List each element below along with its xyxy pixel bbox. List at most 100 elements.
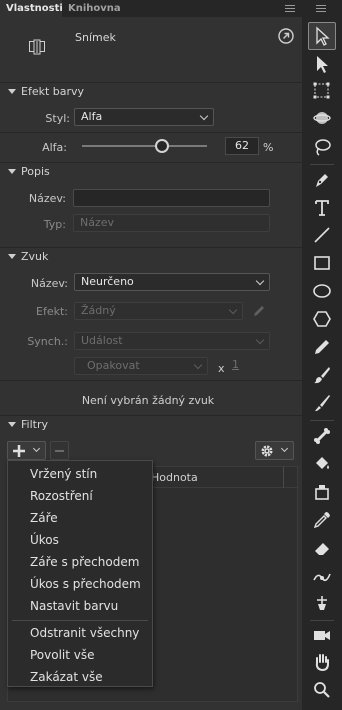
chevron-down-icon [193,360,203,370]
section-sound[interactable]: Zvuk [0,247,302,265]
section-color-effect[interactable]: Efekt barvy [0,82,302,100]
chevron-down-icon [255,335,265,345]
panel-tab-bar: Vlastnosti Knihovna [0,0,302,17]
menu-item-gradient-glow[interactable]: Záře s přechodem [8,551,152,573]
pen-tool-icon[interactable] [308,166,336,194]
alpha-unit: % [263,141,274,154]
paint-brush-tool-icon[interactable] [308,361,336,389]
menu-item-blur[interactable]: Rozostření [8,485,152,507]
add-filter-menu: Vržený stín Rozostření Záře Úkos Záře s … [7,460,153,687]
camera-tool-icon[interactable] [308,621,336,649]
sync-select: Událost [74,332,270,350]
sound-name-value: Neurčeno [81,275,134,288]
polystar-tool-icon[interactable] [308,305,336,333]
alpha-value-field[interactable]: 62 [225,137,259,155]
menu-item-glow[interactable]: Záře [8,507,152,529]
edit-pencil-icon [252,304,266,318]
collapse-arrow-icon [8,254,16,259]
chevron-down-icon [228,305,238,315]
chevron-down-icon [199,111,209,121]
alpha-label: Alfa: [42,141,67,154]
gear-icon [261,445,273,457]
name-label: Název: [28,192,66,205]
chevron-down-icon [32,444,41,453]
menu-item-drop-shadow[interactable]: Vržený stín [8,463,152,485]
lasso-tool-icon[interactable] [308,133,336,161]
collapse-arrow-icon [8,169,16,174]
tools-menu-icon[interactable] [316,5,326,12]
eraser-tool-icon[interactable] [308,534,336,562]
tool-separator [310,164,334,165]
brush-tool-icon[interactable] [308,389,336,417]
eyedropper-tool-icon[interactable] [308,506,336,534]
add-filter-button[interactable] [7,441,46,460]
tab-library[interactable]: Knihovna [62,0,127,17]
section-filters[interactable]: Filtry [0,415,302,433]
menu-item-enable-all[interactable]: Povolit vše [8,644,152,666]
style-label: Styl: [45,112,70,125]
menu-item-adjust-color[interactable]: Nastavit barvu [8,595,152,617]
effect-select-value: Žádný [81,304,116,317]
paint-bucket-tool-icon[interactable] [308,450,336,478]
rectangle-tool-icon[interactable] [308,249,336,277]
oval-tool-icon[interactable] [308,277,336,305]
type-select-value: Název [80,216,115,229]
selection-tool-icon[interactable] [308,22,336,50]
properties-panel: Vlastnosti Knihovna Snímek Efekt barvy S… [0,0,302,710]
collapse-arrow-icon [8,89,16,94]
effect-select: Žádný [74,302,243,320]
plus-icon [13,445,25,457]
asset-warp-tool-icon[interactable] [308,590,336,618]
menu-item-remove-all[interactable]: Odstranit všechny [8,622,152,644]
column-divider [283,467,284,488]
type-select: Název [73,214,270,232]
value-column-header: Hodnota [151,471,198,484]
collapse-arrow-icon [8,422,16,427]
tools-header [302,0,342,17]
line-tool-icon[interactable] [308,221,336,249]
repeat-select: Opakovat [74,357,208,375]
effect-label: Efekt: [36,305,68,318]
menu-item-disable-all[interactable]: Zakázat vše [8,666,152,688]
section-description[interactable]: Popis [0,162,302,180]
frame-label: Snímek [75,31,116,44]
repeat-count-field: 1 [232,358,239,371]
chevron-down-icon [280,444,289,453]
sync-label: Synch.: [27,335,68,348]
section-title: Filtry [21,418,48,431]
style-select[interactable]: Alfa [74,108,214,126]
3d-rotation-tool-icon[interactable] [308,104,336,132]
pencil-tool-icon[interactable] [308,333,336,361]
subselection-tool-icon[interactable] [308,50,336,78]
repeat-select-value: Opakovat [87,359,140,372]
menu-item-bevel[interactable]: Úkos [8,529,152,551]
remove-filter-button[interactable] [50,441,69,460]
tool-separator [310,420,334,421]
sound-name-select[interactable]: Neurčeno [74,273,270,291]
minus-icon [55,450,64,452]
ink-bottle-tool-icon[interactable] [308,478,336,506]
width-tool-icon[interactable] [308,562,336,590]
menu-item-gradient-bevel[interactable]: Úkos s přechodem [8,573,152,595]
text-tool-icon[interactable] [308,194,336,222]
name-input[interactable] [73,189,270,207]
repeat-times-label: x [218,362,225,375]
section-title: Zvuk [21,250,49,263]
divider [0,380,302,381]
go-to-icon[interactable] [278,28,294,44]
filter-options-button[interactable] [255,441,294,460]
alpha-slider-thumb[interactable] [154,139,169,153]
panel-menu-icon[interactable] [285,5,295,12]
tools-panel [302,0,342,710]
alpha-slider-track[interactable] [82,145,207,147]
type-label: Typ: [43,218,66,231]
zoom-tool-icon[interactable] [308,676,336,704]
free-transform-tool-icon[interactable] [308,77,336,105]
tab-properties[interactable]: Vlastnosti [0,0,63,17]
section-title: Efekt barvy [21,85,85,98]
frame-icon [29,38,45,56]
bone-tool-icon[interactable] [308,422,336,450]
hand-tool-icon[interactable] [308,648,336,676]
style-select-value: Alfa [81,110,103,123]
sound-status-text: Není vybrán žádný zvuk [81,394,215,407]
